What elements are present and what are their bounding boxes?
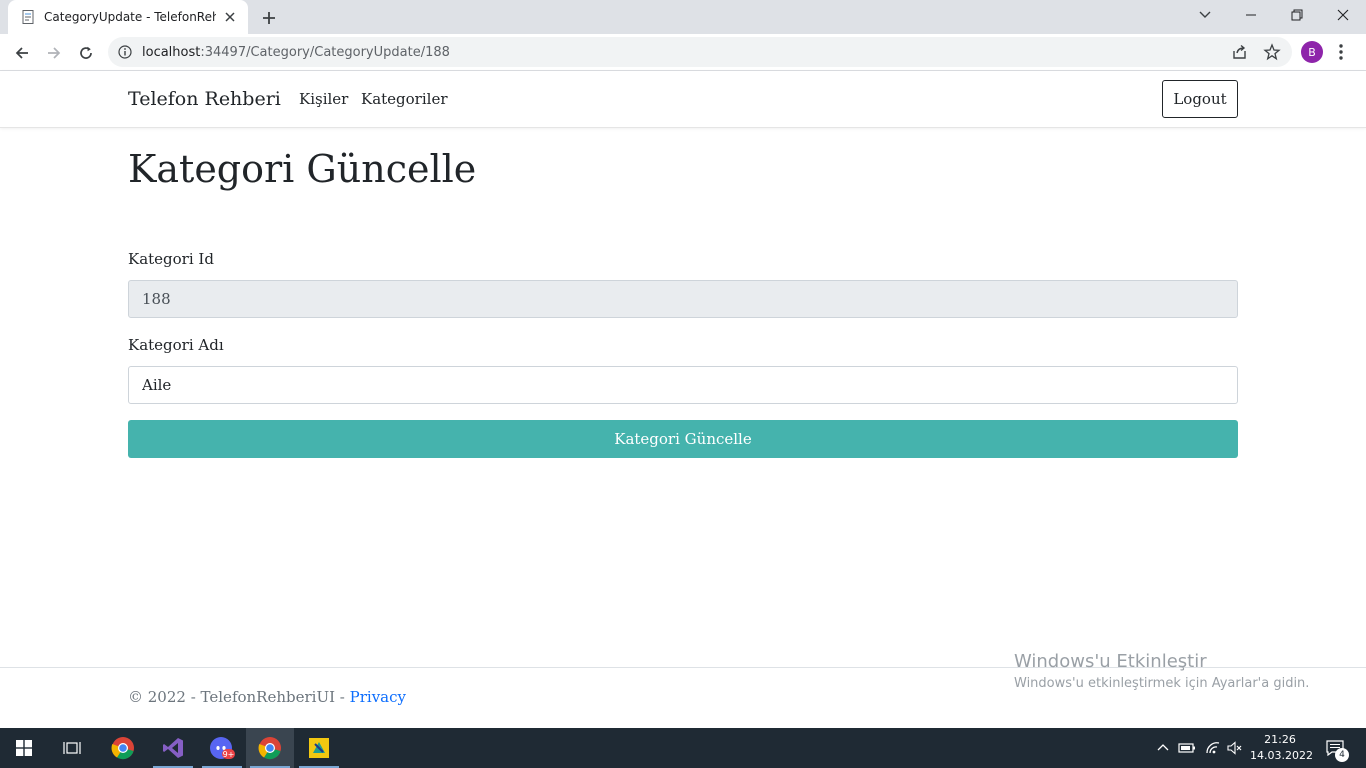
logout-button[interactable]: Logout — [1162, 80, 1238, 118]
tab-title: CategoryUpdate - TelefonRehberiUI — [44, 10, 216, 24]
chrome-icon — [111, 737, 134, 760]
url-text: localhost:34497/Category/CategoryUpdate/… — [142, 45, 450, 60]
minimize-button[interactable] — [1228, 0, 1274, 30]
network-status[interactable] — [1202, 728, 1224, 768]
web-page: Telefon Rehberi Kişiler Kategoriler Logo… — [0, 71, 1366, 728]
footer-text: © 2022 - TelefonRehberiUI - Privacy — [128, 688, 406, 706]
battery-icon — [1178, 743, 1195, 753]
category-id-label: Kategori Id — [128, 250, 214, 268]
url-path: :34497/Category/CategoryUpdate/188 — [200, 44, 450, 60]
nav-link-kisiler[interactable]: Kişiler — [299, 90, 348, 108]
more-vert-icon[interactable] — [1336, 42, 1346, 62]
battery-status[interactable] — [1176, 728, 1198, 768]
new-tab-icon[interactable] — [258, 7, 280, 29]
windows-taskbar: 9+ 21:26 14.03.2022 4 — [0, 728, 1366, 768]
visual-studio-icon — [163, 738, 183, 758]
forward-button[interactable] — [41, 40, 67, 66]
site-navbar: Telefon Rehberi Kişiler Kategoriler Logo… — [0, 71, 1366, 128]
update-category-button[interactable]: Kategori Güncelle — [128, 420, 1238, 458]
notification-count: 4 — [1335, 748, 1349, 762]
profile-avatar[interactable]: B — [1301, 41, 1323, 63]
close-tab-icon[interactable] — [222, 9, 238, 25]
task-view-icon — [63, 742, 81, 754]
restore-icon — [1291, 9, 1303, 21]
url-host: localhost — [142, 44, 201, 60]
show-hidden-icons[interactable] — [1154, 728, 1172, 768]
restore-button[interactable] — [1274, 0, 1320, 30]
navbar-brand[interactable]: Telefon Rehberi — [128, 88, 281, 110]
system-clock[interactable]: 21:26 14.03.2022 — [1250, 732, 1313, 764]
minimize-icon — [1246, 14, 1256, 16]
nav-link-kategoriler[interactable]: Kategoriler — [361, 90, 448, 108]
close-window-button[interactable] — [1320, 0, 1366, 30]
windows-logo-icon — [16, 740, 32, 756]
taskbar-chrome-2[interactable] — [246, 728, 294, 768]
info-icon[interactable] — [118, 45, 132, 59]
volume-control[interactable] — [1224, 728, 1246, 768]
browser-tab[interactable]: CategoryUpdate - TelefonRehberiUI — [8, 0, 248, 34]
discord-icon: 9+ — [210, 737, 235, 759]
footer-copyright: © 2022 - TelefonRehberiUI - — [128, 688, 350, 706]
category-name-label: Kategori Adı — [128, 336, 224, 354]
back-button[interactable] — [9, 40, 35, 66]
reload-icon — [80, 46, 92, 59]
tab-search-button[interactable] — [1182, 0, 1228, 30]
close-icon — [1337, 9, 1349, 21]
chrome-icon — [258, 737, 281, 760]
bookmark-star-icon[interactable] — [1263, 43, 1281, 61]
activation-watermark: Windows'u Etkinleştir Windows'u etkinleş… — [1014, 651, 1309, 691]
chevron-up-icon — [1157, 744, 1169, 751]
privacy-link[interactable]: Privacy — [350, 688, 406, 706]
watermark-title: Windows'u Etkinleştir — [1014, 651, 1207, 672]
discord-badge: 9+ — [223, 750, 235, 759]
clock-date: 14.03.2022 — [1250, 749, 1313, 762]
reload-button[interactable] — [73, 40, 99, 66]
taskbar-discord[interactable]: 9+ — [198, 728, 246, 768]
sticky-app-icon — [309, 738, 329, 758]
taskbar-app[interactable] — [295, 728, 343, 768]
browser-tabstrip: CategoryUpdate - TelefonRehberiUI — [0, 0, 1366, 34]
wifi-icon — [1206, 742, 1220, 754]
taskbar-chrome-1[interactable] — [99, 728, 147, 768]
start-button[interactable] — [0, 728, 48, 768]
category-id-field[interactable] — [128, 280, 1238, 318]
taskbar-visual-studio[interactable] — [149, 728, 197, 768]
page-icon — [22, 10, 34, 24]
page-title: Kategori Güncelle — [128, 147, 477, 191]
share-icon[interactable] — [1231, 43, 1249, 61]
clock-time: 21:26 — [1264, 733, 1296, 746]
address-bar[interactable]: localhost:34497/Category/CategoryUpdate/… — [108, 37, 1292, 67]
arrow-left-icon — [15, 47, 28, 59]
chevron-down-icon — [1199, 11, 1211, 18]
category-name-field[interactable] — [128, 366, 1238, 404]
volume-muted-icon — [1227, 741, 1242, 755]
watermark-subtitle: Windows'u etkinleştirmek için Ayarlar'a … — [1014, 676, 1310, 691]
task-view-button[interactable] — [48, 728, 96, 768]
arrow-right-icon — [48, 47, 61, 59]
browser-toolbar: localhost:34497/Category/CategoryUpdate/… — [0, 34, 1366, 71]
